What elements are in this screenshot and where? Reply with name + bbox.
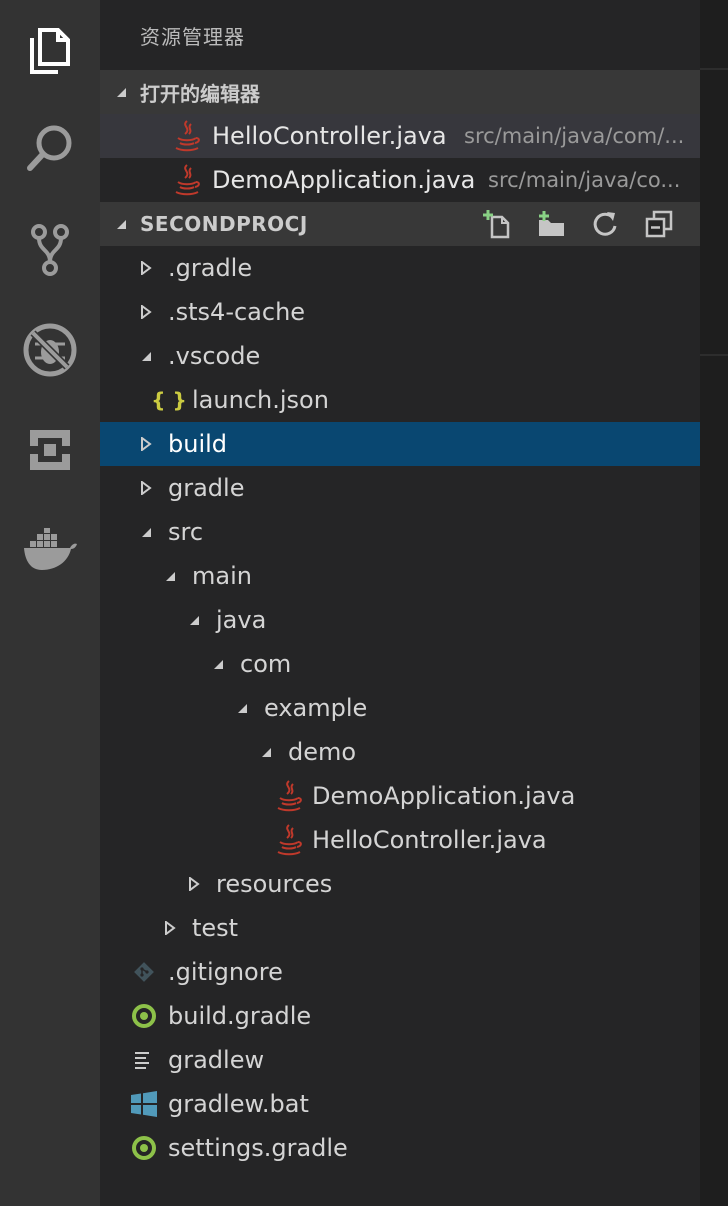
tree-item-label: java <box>216 606 267 634</box>
chevron-down-icon[interactable] <box>234 686 250 730</box>
open-editor-path: src/main/java/co... <box>488 168 681 192</box>
tree-file[interactable]: .gitignore <box>100 950 700 994</box>
chevron-down-icon[interactable] <box>210 642 226 686</box>
tree-item-label: .vscode <box>168 342 261 370</box>
tree-folder[interactable]: main <box>100 554 700 598</box>
tree-item-label: gradle <box>168 474 245 502</box>
tree-file[interactable]: settings.gradle <box>100 1126 700 1170</box>
tree-folder[interactable]: test <box>100 906 700 950</box>
java-icon <box>276 774 302 818</box>
tree-item-label: build.gradle <box>168 1002 312 1030</box>
project-name: SECONDPROCJ <box>140 212 308 236</box>
explorer-icon[interactable] <box>22 22 78 78</box>
activity-bar <box>0 0 100 1206</box>
chevron-right-icon[interactable] <box>138 422 154 466</box>
tree-item-label: .sts4-cache <box>168 298 306 326</box>
collapse-all-icon[interactable] <box>632 202 686 246</box>
tree-folder[interactable]: gradle <box>100 466 700 510</box>
chevron-right-icon[interactable] <box>138 290 154 334</box>
windows-icon <box>130 1082 158 1126</box>
git-icon <box>130 950 158 994</box>
tree-item-label: resources <box>216 870 333 898</box>
debug-icon[interactable] <box>22 322 78 378</box>
gradle-icon <box>130 1126 158 1170</box>
tree-item-label: DemoApplication.java <box>312 782 576 810</box>
chevron-down-icon[interactable] <box>138 510 154 554</box>
chevron-right-icon[interactable] <box>138 466 154 510</box>
tree-item-label: com <box>240 650 292 678</box>
search-icon[interactable] <box>22 120 78 176</box>
tree-folder[interactable]: .gradle <box>100 246 700 290</box>
chevron-right-icon[interactable] <box>138 246 154 290</box>
java-icon <box>174 164 200 200</box>
chevron-down-icon[interactable] <box>138 334 154 378</box>
tree-item-label: test <box>192 914 239 942</box>
tree-folder[interactable]: .vscode <box>100 334 700 378</box>
tree-item-label: .gradle <box>168 254 253 282</box>
tree-file[interactable]: DemoApplication.java <box>100 774 700 818</box>
tree-item-label: demo <box>288 738 357 766</box>
tree-item-label: settings.gradle <box>168 1134 348 1162</box>
editor-area-edge <box>700 0 728 1206</box>
tree-file[interactable]: { } launch.json <box>100 378 700 422</box>
tree-item-label: src <box>168 518 204 546</box>
chevron-down-icon[interactable] <box>258 730 274 774</box>
tree-item-label: build <box>168 430 228 458</box>
project-header[interactable]: SECONDPROCJ <box>100 202 700 246</box>
open-editor-item[interactable]: DemoApplication.java src/main/java/co... <box>100 158 700 202</box>
extensions-icon[interactable] <box>22 422 78 478</box>
tree-folder[interactable]: build <box>100 422 700 466</box>
text-file-icon <box>130 1038 158 1082</box>
tree-file[interactable]: gradlew.bat <box>100 1082 700 1126</box>
open-editors-label: 打开的编辑器 <box>140 81 260 106</box>
open-editor-name: HelloController.java <box>212 122 447 150</box>
explorer-sidebar: 资源管理器 打开的编辑器 HelloController.java src/ma… <box>100 0 700 1206</box>
open-editor-name: DemoApplication.java <box>212 166 476 194</box>
chevron-down-icon[interactable] <box>186 598 202 642</box>
chevron-down-icon <box>100 70 140 114</box>
tree-file[interactable]: build.gradle <box>100 994 700 1038</box>
docker-icon[interactable] <box>22 522 78 578</box>
new-folder-icon[interactable] <box>524 202 578 246</box>
sidebar-title: 资源管理器 <box>140 25 245 49</box>
chevron-right-icon[interactable] <box>162 906 178 950</box>
tree-item-label: HelloController.java <box>312 826 547 854</box>
new-file-icon[interactable] <box>470 202 524 246</box>
chevron-down-icon[interactable] <box>162 554 178 598</box>
tree-folder[interactable]: java <box>100 598 700 642</box>
tree-item-label: gradlew.bat <box>168 1090 309 1118</box>
tree-folder[interactable]: .sts4-cache <box>100 290 700 334</box>
tree-file[interactable]: HelloController.java <box>100 818 700 862</box>
chevron-right-icon[interactable] <box>186 862 202 906</box>
tree-folder[interactable]: demo <box>100 730 700 774</box>
tree-item-label: example <box>264 694 368 722</box>
tree-file[interactable]: gradlew <box>100 1038 700 1082</box>
tree-folder[interactable]: src <box>100 510 700 554</box>
gradle-icon <box>130 994 158 1038</box>
tree-folder[interactable]: example <box>100 686 700 730</box>
tree-item-label: gradlew <box>168 1046 265 1074</box>
tree-folder[interactable]: com <box>100 642 700 686</box>
json-icon: { } <box>151 388 187 412</box>
open-editors-header[interactable]: 打开的编辑器 <box>100 70 700 114</box>
tree-item-label: launch.json <box>192 386 329 414</box>
java-icon <box>276 818 302 862</box>
tree-item-label: main <box>192 562 252 590</box>
open-editor-item[interactable]: HelloController.java src/main/java/com/.… <box>100 114 700 158</box>
tree-item-label: .gitignore <box>168 958 283 986</box>
chevron-down-icon <box>100 202 140 246</box>
java-icon <box>174 120 200 156</box>
tree-folder[interactable]: resources <box>100 862 700 906</box>
open-editor-path: src/main/java/com/... <box>464 124 685 148</box>
refresh-icon[interactable] <box>578 202 632 246</box>
source-control-icon[interactable] <box>22 222 78 278</box>
